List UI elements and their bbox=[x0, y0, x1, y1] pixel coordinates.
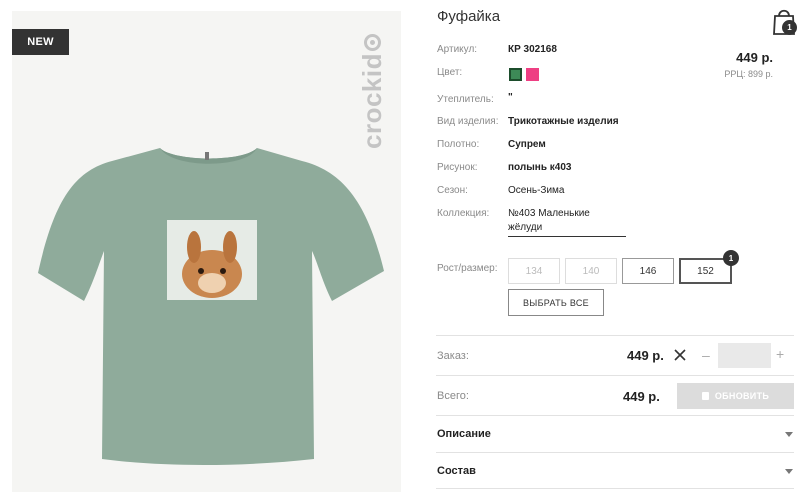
article-label: Артикул: bbox=[437, 44, 478, 55]
fabric-label: Полотно: bbox=[437, 139, 480, 150]
select-all-button[interactable]: ВЫБРАТЬ ВСЕ bbox=[508, 289, 604, 316]
remove-icon[interactable] bbox=[673, 348, 687, 362]
size-option-140[interactable]: 140 bbox=[565, 258, 617, 284]
product-photo[interactable]: NEW crockid bbox=[12, 11, 401, 492]
new-badge: NEW bbox=[12, 29, 69, 55]
decrease-quantity-button[interactable]: – bbox=[702, 347, 710, 363]
divider bbox=[436, 452, 794, 453]
size-count-badge: 1 bbox=[723, 250, 739, 266]
update-button-label: ОБНОВИТЬ bbox=[714, 391, 770, 401]
color-label: Цвет: bbox=[437, 67, 463, 78]
increase-quantity-button[interactable]: + bbox=[776, 346, 784, 362]
recommended-price: РРЦ: 899 р. bbox=[724, 69, 773, 79]
cart-icon bbox=[701, 392, 709, 400]
tshirt-image bbox=[38, 148, 384, 465]
divider bbox=[436, 415, 794, 416]
size-option-134[interactable]: 134 bbox=[508, 258, 560, 284]
brand-logo-icon bbox=[364, 34, 381, 51]
divider bbox=[436, 488, 794, 489]
chevron-down-icon[interactable] bbox=[785, 432, 793, 437]
color-swatch-pink[interactable] bbox=[526, 68, 539, 81]
season-label: Сезон: bbox=[437, 185, 468, 196]
collection-label: Коллекция: bbox=[437, 208, 490, 219]
product-type-label: Вид изделия: bbox=[437, 116, 499, 127]
quantity-input[interactable] bbox=[718, 343, 771, 368]
fabric-value: Супрем bbox=[508, 139, 546, 150]
brand-logo: crockid bbox=[357, 34, 388, 149]
chevron-down-icon[interactable] bbox=[785, 469, 793, 474]
insulation-value: " bbox=[508, 92, 513, 103]
cart-count-badge: 1 bbox=[782, 20, 797, 35]
description-accordion[interactable]: Описание bbox=[437, 428, 491, 440]
product-type-value: Трикотажные изделия bbox=[508, 116, 619, 127]
article-value: КР 302168 bbox=[508, 44, 557, 55]
season-value: Осень-Зима bbox=[508, 185, 565, 196]
price: 449 р. bbox=[736, 50, 773, 65]
pattern-value: полынь к403 bbox=[508, 162, 572, 173]
total-price: 449 р. bbox=[623, 389, 660, 404]
divider bbox=[436, 375, 794, 376]
brand-name: crockid bbox=[357, 53, 387, 149]
collection-link[interactable]: №403 Маленькие жёлуди bbox=[508, 207, 626, 237]
divider bbox=[436, 335, 794, 336]
product-title: Фуфайка bbox=[437, 8, 501, 25]
update-button[interactable]: ОБНОВИТЬ bbox=[677, 383, 794, 409]
insulation-label: Утеплитель: bbox=[437, 94, 494, 105]
order-price: 449 р. bbox=[627, 348, 664, 363]
order-label: Заказ: bbox=[437, 350, 469, 362]
size-option-146[interactable]: 146 bbox=[622, 258, 674, 284]
total-label: Всего: bbox=[437, 390, 469, 402]
size-label: Рост/размер: bbox=[437, 263, 498, 274]
pattern-label: Рисунок: bbox=[437, 162, 478, 173]
color-swatch-green[interactable] bbox=[509, 68, 522, 81]
composition-accordion[interactable]: Состав bbox=[437, 465, 476, 477]
